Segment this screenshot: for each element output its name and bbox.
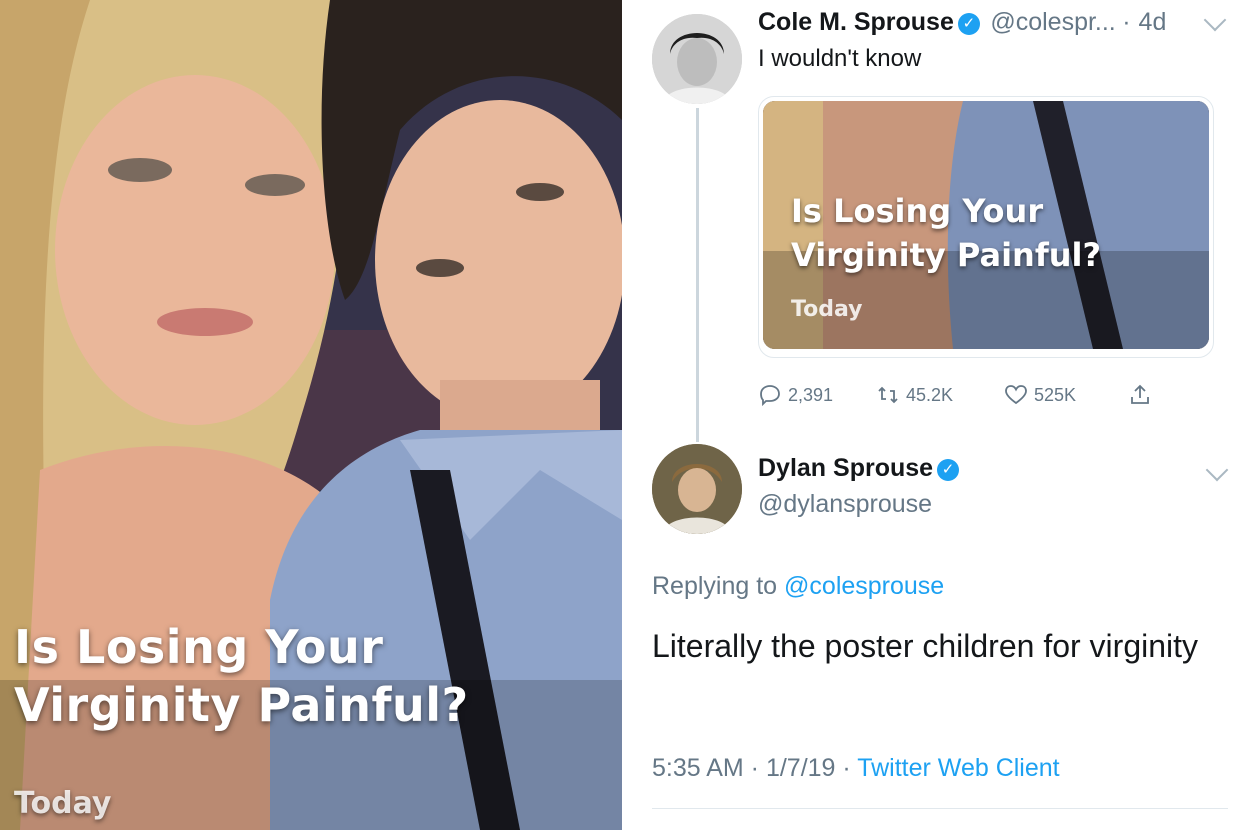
photo-headline: Is Losing Your Virginity Painful? — [14, 620, 469, 732]
replying-to-link[interactable]: @colesprouse — [784, 572, 944, 600]
reply-button[interactable]: 2,391 — [758, 378, 833, 412]
photo-panel: Is Losing Your Virginity Painful? Today — [0, 0, 622, 830]
thread-line — [696, 108, 699, 442]
tweet-header: Cole M. Sprouse ✓ @colespr... · 4d — [758, 8, 1166, 37]
chevron-down-icon[interactable] — [1203, 8, 1227, 32]
share-button[interactable] — [1128, 378, 1152, 412]
photo-date: Today — [14, 786, 112, 821]
reply-author-handle[interactable]: @dylansprouse — [758, 490, 932, 519]
retweet-button[interactable]: 45.2K — [876, 378, 953, 412]
share-icon — [1131, 384, 1149, 404]
reply-date[interactable]: 1/7/19 — [766, 754, 836, 782]
divider — [652, 808, 1228, 809]
reply-meta: 5:35 AM · 1/7/19 · Twitter Web Client — [652, 754, 1060, 782]
reply-author: Dylan Sprouse ✓ — [758, 454, 960, 483]
replying-to: Replying to @colesprouse — [652, 572, 944, 601]
tweet-age[interactable]: 4d — [1139, 8, 1167, 36]
link-card[interactable]: Is Losing Your Virginity Painful? Today — [758, 96, 1214, 358]
replying-prefix: Replying to — [652, 572, 778, 600]
reply-icon — [760, 385, 780, 407]
reply-client[interactable]: Twitter Web Client — [857, 754, 1059, 782]
reply-author-name[interactable]: Dylan Sprouse — [758, 454, 933, 482]
reply-count: 2,391 — [788, 384, 834, 405]
avatar-dylan-image — [652, 444, 742, 534]
tweet-text: I wouldn't know — [758, 45, 922, 72]
like-icon — [1005, 385, 1027, 405]
retweet-count: 45.2K — [906, 384, 954, 405]
author-handle[interactable]: @colespr... — [990, 8, 1115, 36]
retweet-icon — [878, 386, 898, 404]
chevron-down-icon[interactable] — [1205, 458, 1229, 482]
card-date: Today — [791, 297, 863, 322]
reply-time[interactable]: 5:35 AM — [652, 754, 744, 782]
reply-text: Literally the poster children for virgin… — [652, 628, 1199, 664]
avatar-cole[interactable] — [652, 14, 742, 104]
author-name[interactable]: Cole M. Sprouse — [758, 8, 954, 36]
avatar-dylan[interactable] — [652, 444, 742, 534]
like-button[interactable]: 525K — [1004, 378, 1076, 412]
avatar-cole-image — [652, 14, 742, 104]
tweet-panel: Cole M. Sprouse ✓ @colespr... · 4d I would… — [622, 0, 1250, 830]
card-image: Is Losing Your Virginity Painful? Today — [763, 101, 1209, 349]
verified-badge-icon: ✓ — [937, 459, 960, 481]
like-count: 525K — [1034, 384, 1077, 405]
separator-dot: · — [1122, 8, 1131, 36]
tweet-actions: 2,391 45.2K 525K — [758, 378, 1198, 412]
card-title: Is Losing Your Virginity Painful? — [791, 192, 1102, 274]
verified-badge-icon: ✓ — [957, 13, 980, 35]
